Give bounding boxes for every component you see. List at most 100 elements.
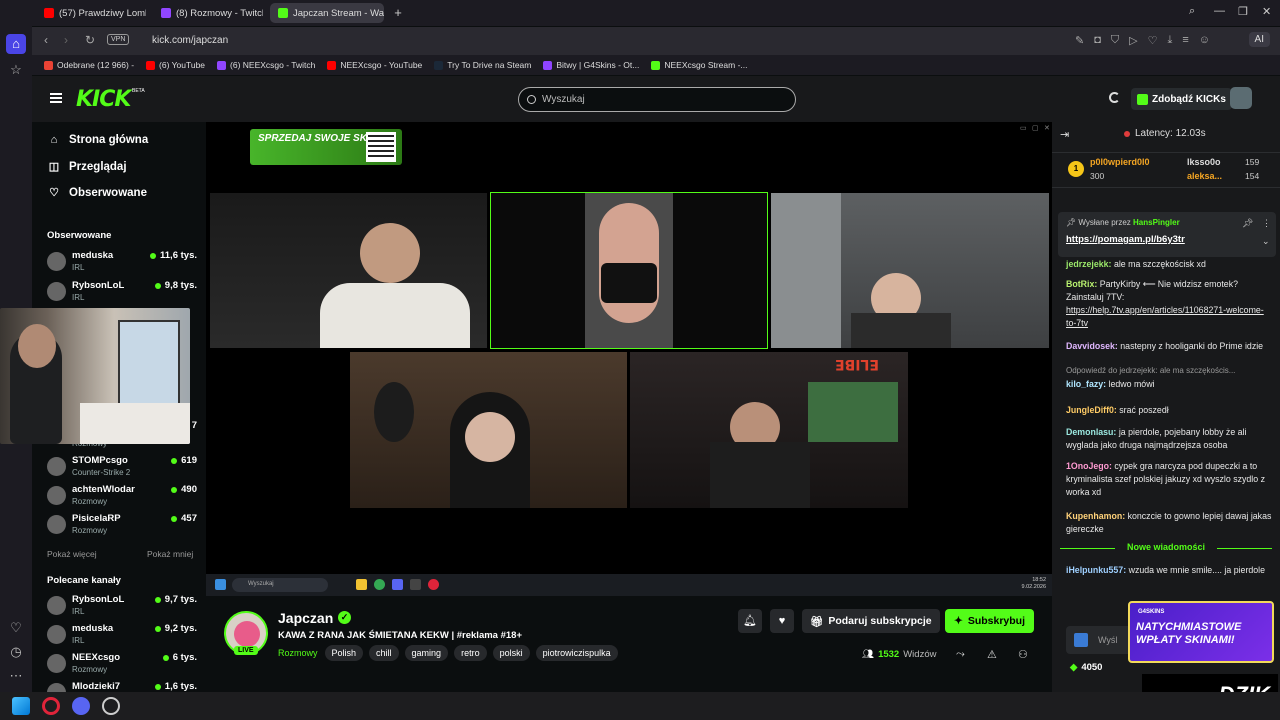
- download-icon[interactable]: ⤓: [1167, 34, 1172, 47]
- menu-icon[interactable]: ≡: [1182, 34, 1188, 47]
- search-tabs-icon[interactable]: ⌕: [1189, 5, 1195, 18]
- pinned-link[interactable]: https://pomagam.pl/b6y3tr: [1066, 234, 1185, 245]
- report-icon[interactable]: ⚠: [987, 648, 997, 661]
- add-user-icon[interactable]: ⚇: [1018, 648, 1028, 661]
- bookmark-item[interactable]: Bitwy | G4Skins - Ot...: [543, 60, 639, 70]
- expand-icon[interactable]: ▢: [1032, 124, 1039, 132]
- reload-button[interactable]: ↻: [82, 33, 98, 47]
- chat-username[interactable]: Kupenhamon:: [1066, 511, 1125, 521]
- chat-username[interactable]: BotRix:: [1066, 279, 1097, 289]
- obs-taskbar-icon[interactable]: [102, 697, 120, 715]
- chat-username[interactable]: JungleDiff0:: [1066, 405, 1117, 415]
- channel-item[interactable]: RybsonLoL IRL 9,8 tys.: [47, 280, 197, 306]
- back-button[interactable]: ‹: [38, 33, 54, 47]
- opera-taskbar-icon[interactable]: [42, 697, 60, 715]
- show-less-link[interactable]: Pokaż mniej: [147, 549, 193, 559]
- subscribe-button[interactable]: ✦ Subskrybuj: [945, 609, 1034, 633]
- bookmark-item[interactable]: Odebrane (12 966) -: [44, 60, 134, 70]
- close-window-button[interactable]: ✕: [1262, 5, 1271, 18]
- streamer-name[interactable]: Japczan: [278, 610, 333, 626]
- windows-start-icon[interactable]: [12, 697, 30, 715]
- kick-points[interactable]: ◆ 4050: [1070, 662, 1102, 673]
- chat-message[interactable]: Davvidosek: nastepny z hooliganki do Pri…: [1066, 340, 1272, 353]
- unpin-icon[interactable]: 📌︎: [1242, 218, 1253, 229]
- stream-tag[interactable]: chill: [369, 645, 399, 661]
- pip-icon[interactable]: ▭: [1020, 124, 1027, 132]
- chat-username[interactable]: 1OnoJego:: [1066, 461, 1112, 471]
- bookmark-item[interactable]: NEEXcsgo - YouTube: [327, 60, 422, 70]
- url-field[interactable]: kick.com/japczan: [152, 35, 228, 46]
- collapse-chat-icon[interactable]: ⇥: [1060, 128, 1069, 141]
- gift-subs-button[interactable]: 🎁︎ Podaruj subskrypcje: [802, 609, 940, 633]
- profile-icon[interactable]: ☺: [1199, 34, 1210, 47]
- chat-username[interactable]: Demonlasu:: [1066, 427, 1116, 437]
- leader-name[interactable]: lksso0o: [1187, 157, 1221, 167]
- channel-item[interactable]: STOMPcsgo Counter-Strike 2 619: [47, 455, 197, 481]
- kick-logo[interactable]: KICK: [76, 87, 131, 112]
- bookmark-item[interactable]: NEEXcsgo Stream -...: [651, 60, 748, 70]
- chat-message[interactable]: JungleDiff0: srać poszedł: [1066, 404, 1272, 417]
- nav-browse[interactable]: ◫ Przeglądaj: [48, 161, 127, 173]
- get-kicks-button[interactable]: Zdobądź KICKs: [1131, 88, 1232, 110]
- chat-message[interactable]: Kupenhamon: konczcie to gowno lepiej daw…: [1066, 510, 1272, 536]
- play-icon[interactable]: ▷: [1129, 34, 1137, 47]
- discord-taskbar-icon[interactable]: [72, 697, 90, 715]
- edit-icon[interactable]: ✎: [1075, 34, 1084, 47]
- home-icon[interactable]: ⌂: [6, 34, 26, 54]
- channel-item[interactable]: achtenWlodar Rozmowy 490: [47, 484, 197, 510]
- tab-youtube[interactable]: (57) Prawdziwy Lombard -: [36, 3, 146, 23]
- video-player[interactable]: SPRZEDAJ SWOJE SKINY ▭ ▢ ✕ ELIBE Wyszuka…: [206, 122, 1052, 596]
- chevron-down-icon[interactable]: ⌄: [1262, 236, 1270, 247]
- heart-icon[interactable]: ♡: [6, 618, 26, 638]
- notification-bell-button[interactable]: 🔔︎: [738, 609, 762, 633]
- nav-home[interactable]: ⌂ Strona główna: [48, 134, 149, 146]
- nav-following[interactable]: ♡ Obserwowane: [48, 187, 147, 199]
- history-icon[interactable]: ◷: [6, 642, 26, 662]
- channel-item[interactable]: PisicelaRP Rozmowy 457: [47, 513, 197, 539]
- channel-item[interactable]: meduska IRL 11,6 tys.: [47, 250, 197, 276]
- tab-twitch[interactable]: (8) Rozmowy - Twitch: [153, 3, 263, 23]
- chat-message[interactable]: iHelpunku557: wzuda we mnie smile.... ja…: [1066, 564, 1272, 577]
- chat-message[interactable]: kilo_fazy: ledwo mówi: [1066, 378, 1272, 391]
- camera-icon[interactable]: ◘: [1094, 34, 1101, 47]
- forward-button[interactable]: ›: [58, 33, 74, 47]
- maximize-button[interactable]: ❐: [1238, 5, 1248, 18]
- chat-message[interactable]: BotRix: PartyKirby ⟵ Nie widzisz emotek?…: [1066, 278, 1272, 330]
- stream-tag[interactable]: polski: [492, 645, 530, 661]
- category-link[interactable]: Rozmowy: [278, 648, 318, 658]
- pinned-message[interactable]: 📌︎ Wysłane przez HansPingler https://pom…: [1058, 212, 1276, 257]
- chat-message[interactable]: Demonlasu: ja pierdole, pojebany lobby ż…: [1066, 426, 1272, 452]
- star-icon[interactable]: ☆: [6, 60, 26, 80]
- shield-icon[interactable]: ⛉: [1111, 34, 1119, 47]
- chat-message[interactable]: jedrzejekk: ale ma szczękościsk xd: [1066, 258, 1272, 271]
- bookmark-item[interactable]: (6) YouTube: [146, 60, 205, 70]
- ai-button[interactable]: AI: [1248, 32, 1270, 47]
- share-icon[interactable]: ⤳: [956, 648, 965, 661]
- stream-tag[interactable]: piotrowiczispulka: [535, 645, 618, 661]
- leader-name[interactable]: aleksa...: [1187, 171, 1222, 181]
- bookmark-item[interactable]: Try To Drive na Steam: [434, 60, 531, 70]
- stream-tag[interactable]: Polish: [324, 645, 364, 661]
- chat-username[interactable]: Davvidosek:: [1066, 341, 1118, 351]
- channel-item[interactable]: Mlodzieki7 1,6 tys.: [47, 681, 197, 692]
- vpn-badge[interactable]: VPN: [107, 34, 130, 45]
- heart-icon[interactable]: ♡: [1148, 34, 1158, 47]
- chat-username[interactable]: jedrzejekk:: [1066, 259, 1111, 269]
- channel-item[interactable]: meduska IRL 9,2 tys.: [47, 623, 197, 649]
- channel-item[interactable]: NEEXcsgo Rozmowy 6 tys.: [47, 652, 197, 678]
- minimize-button[interactable]: —: [1214, 5, 1225, 17]
- close-icon[interactable]: ✕: [1044, 124, 1050, 132]
- search-input[interactable]: Wyszukaj: [518, 87, 796, 112]
- chat-username[interactable]: kilo_fazy:: [1066, 379, 1106, 389]
- stream-tag[interactable]: retro: [454, 645, 487, 661]
- tab-kick[interactable]: Japczan Stream - Watc: [270, 3, 384, 23]
- chat-username[interactable]: iHelpunku557:: [1066, 565, 1126, 575]
- follow-heart-button[interactable]: ♥: [770, 609, 794, 633]
- new-tab-button[interactable]: +: [391, 6, 405, 20]
- show-more-link[interactable]: Pokaż więcej: [47, 549, 97, 559]
- activity-icon[interactable]: [1109, 92, 1120, 103]
- leader-name[interactable]: p0l0wpierd0l0: [1090, 157, 1150, 167]
- menu-icon[interactable]: [50, 93, 62, 103]
- chat-link[interactable]: https://help.7tv.app/en/articles/1106827…: [1066, 305, 1264, 328]
- bookmark-item[interactable]: (6) NEEXcsgo - Twitch: [217, 60, 315, 70]
